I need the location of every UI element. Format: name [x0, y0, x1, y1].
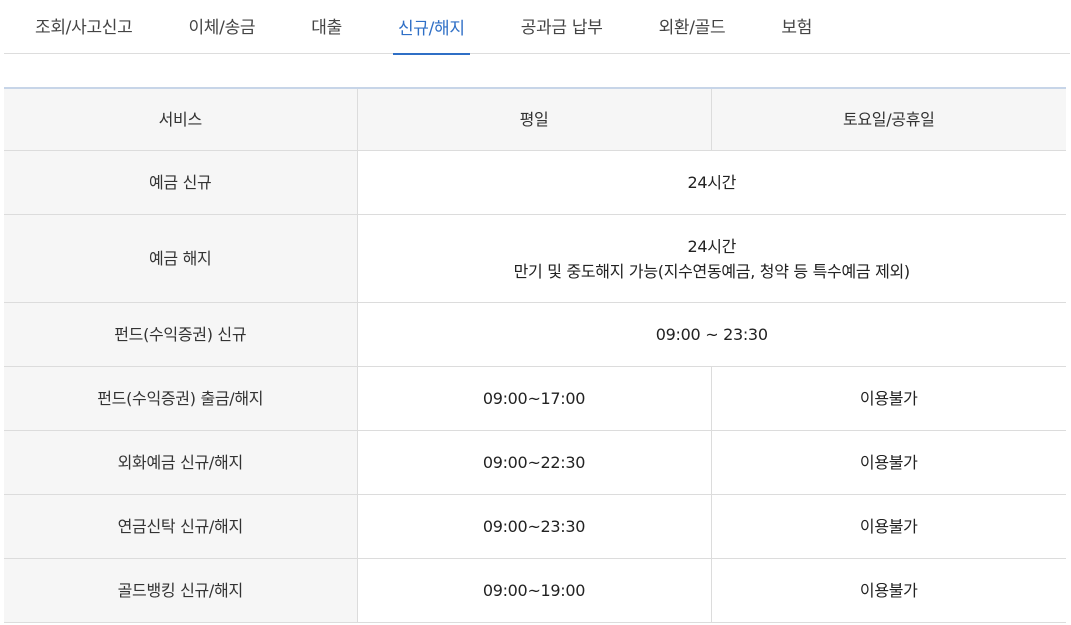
table-header-row: 서비스 평일 토요일/공휴일	[4, 88, 1066, 151]
tab-loan[interactable]: 대출	[306, 0, 347, 50]
service-name: 예금 신규	[4, 150, 357, 215]
table-row: 외화예금 신규/해지 09:00~22:30 이용불가	[4, 430, 1066, 495]
table-row: 예금 신규 24시간	[4, 150, 1066, 215]
weekday-hours: 09:00~19:00	[356, 558, 711, 623]
category-tabs: 조회/사고신고 이체/송금 대출 신규/해지 공과금 납부 외환/골드 보험	[4, 0, 1070, 55]
tab-insurance[interactable]: 보험	[776, 0, 817, 50]
table-row: 펀드(수익증권) 신규 09:00 ~ 23:30	[4, 302, 1066, 367]
service-hours: 09:00 ~ 23:30	[356, 302, 1066, 367]
tab-new-cancel[interactable]: 신규/해지	[392, 0, 470, 55]
header-weekend: 토요일/공휴일	[710, 88, 1066, 151]
table-row: 펀드(수익증권) 출금/해지 09:00~17:00 이용불가	[4, 366, 1066, 431]
tab-fx-gold[interactable]: 외환/골드	[654, 0, 731, 50]
tab-utility-payment[interactable]: 공과금 납부	[516, 0, 608, 50]
service-name: 외화예금 신규/해지	[4, 430, 357, 495]
service-hours-line: 24시간	[687, 236, 737, 256]
service-name: 예금 해지	[4, 214, 357, 303]
table-row: 예금 해지 24시간 만기 및 중도해지 가능(지수연동예금, 청약 등 특수예…	[4, 214, 1066, 303]
weekday-hours: 09:00~23:30	[356, 494, 711, 559]
weekend-hours: 이용불가	[710, 558, 1066, 623]
weekend-hours: 이용불가	[710, 366, 1066, 431]
header-service: 서비스	[4, 88, 357, 151]
service-name: 연금신탁 신규/해지	[4, 494, 357, 559]
weekend-hours: 이용불가	[710, 430, 1066, 495]
weekend-hours: 이용불가	[710, 494, 1066, 559]
tab-transfer[interactable]: 이체/송금	[183, 0, 260, 50]
service-name: 펀드(수익증권) 신규	[4, 302, 357, 367]
tab-inquiry-report[interactable]: 조회/사고신고	[30, 0, 137, 50]
service-hours-note: 만기 및 중도해지 가능(지수연동예금, 청약 등 특수예금 제외)	[513, 261, 911, 281]
weekday-hours: 09:00~22:30	[356, 430, 711, 495]
service-name: 골드뱅킹 신규/해지	[4, 558, 357, 623]
table-row: 연금신탁 신규/해지 09:00~23:30 이용불가	[4, 494, 1066, 559]
service-hours: 24시간 만기 및 중도해지 가능(지수연동예금, 청약 등 특수예금 제외)	[356, 214, 1066, 303]
weekday-hours: 09:00~17:00	[356, 366, 711, 431]
service-name: 펀드(수익증권) 출금/해지	[4, 366, 357, 431]
service-hours: 24시간	[356, 150, 1066, 215]
service-hours-table: 서비스 평일 토요일/공휴일 예금 신규 24시간 예금 해지 24시간 만기 …	[4, 87, 1066, 623]
table-row: 골드뱅킹 신규/해지 09:00~19:00 이용불가	[4, 558, 1066, 623]
header-weekday: 평일	[356, 88, 711, 151]
